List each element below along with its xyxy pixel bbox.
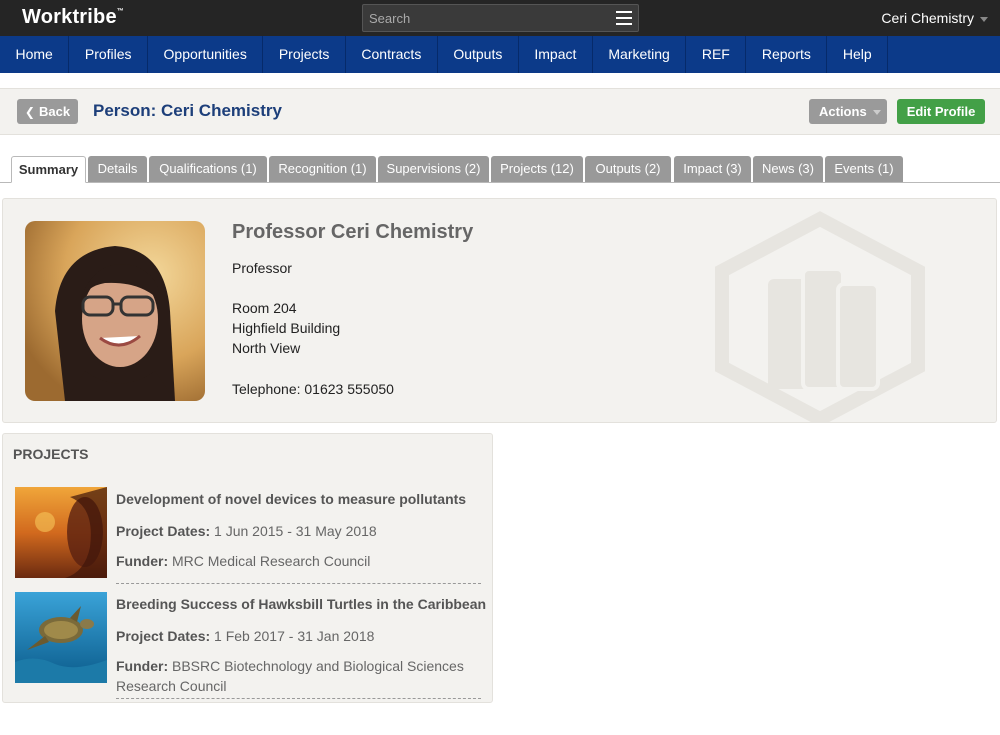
nav-item-ref[interactable]: REF — [686, 36, 747, 73]
nav-item-marketing[interactable]: Marketing — [593, 36, 687, 73]
project-title[interactable]: Breeding Success of Hawksbill Turtles in… — [116, 596, 486, 612]
tab-outputs[interactable]: Outputs (2) — [585, 156, 671, 182]
profile-tabs: Summary Details Qualifications (1) Recog… — [0, 156, 1000, 183]
nav-item-contracts[interactable]: Contracts — [346, 36, 438, 73]
tab-details[interactable]: Details — [88, 156, 147, 182]
tab-events[interactable]: Events (1) — [825, 156, 903, 182]
caret-down-icon — [872, 110, 881, 116]
hamburger-menu-icon[interactable] — [616, 11, 632, 25]
profile-summary-card: Professor Ceri Chemistry Professor Room … — [2, 198, 997, 423]
chevron-left-icon: ❮ — [24, 105, 35, 119]
title-bar: ❮ Back Person: Ceri Chemistry Actions Edi… — [0, 88, 1000, 135]
nav-item-help[interactable]: Help — [827, 36, 889, 73]
project-item[interactable]: Breeding Success of Hawksbill Turtles in… — [15, 592, 486, 702]
divider — [116, 583, 481, 584]
user-menu[interactable]: Ceri Chemistry — [881, 10, 988, 26]
project-item[interactable]: Development of novel devices to measure … — [15, 487, 481, 587]
tab-news[interactable]: News (3) — [753, 156, 823, 182]
tab-projects[interactable]: Projects (12) — [491, 156, 583, 182]
top-bar: Worktribe™ Ceri Chemistry — [0, 0, 1000, 36]
search-box — [362, 4, 639, 32]
project-dates: Project Dates: 1 Feb 2017 - 31 Jan 2018 — [116, 628, 375, 644]
nav-item-profiles[interactable]: Profiles — [69, 36, 149, 73]
page-title: Person: Ceri Chemistry — [93, 101, 282, 120]
divider — [116, 698, 481, 699]
person-name: Professor Ceri Chemistry — [232, 221, 474, 243]
project-funder: Funder: MRC Medical Research Council — [116, 553, 371, 569]
project-dates: Project Dates: 1 Jun 2015 - 31 May 2018 — [116, 523, 377, 539]
person-position: Professor — [232, 260, 292, 276]
telephone: Telephone: 01623 555050 — [232, 381, 394, 397]
profile-photo — [25, 221, 205, 401]
nav-item-projects[interactable]: Projects — [263, 36, 346, 73]
project-thumbnail[interactable] — [15, 592, 107, 683]
worktribe-watermark-icon — [715, 211, 925, 422]
project-title[interactable]: Development of novel devices to measure … — [116, 491, 466, 507]
edit-profile-button[interactable]: Edit Profile — [897, 99, 985, 124]
project-thumbnail[interactable] — [15, 487, 107, 578]
nav-item-opportunities[interactable]: Opportunities — [148, 36, 264, 73]
search-input[interactable] — [363, 5, 603, 31]
nav-item-outputs[interactable]: Outputs — [438, 36, 519, 73]
actions-button[interactable]: Actions — [809, 99, 887, 124]
nav-item-home[interactable]: Home — [0, 36, 70, 73]
tab-supervisions[interactable]: Supervisions (2) — [378, 156, 489, 182]
projects-heading: PROJECTS — [13, 446, 89, 462]
address-line-2: Highfield Building — [232, 320, 341, 336]
project-funder: Funder: BBSRC Biotechnology and Biologic… — [116, 658, 464, 694]
tab-qualifications[interactable]: Qualifications (1) — [149, 156, 267, 182]
address-line-1: Room 204 — [232, 300, 297, 316]
main-nav: Home Profiles Opportunities Projects Con… — [0, 36, 1000, 73]
caret-down-icon — [980, 16, 988, 22]
tab-recognition[interactable]: Recognition (1) — [269, 156, 376, 182]
nav-item-reports[interactable]: Reports — [746, 36, 828, 73]
tab-summary[interactable]: Summary — [11, 156, 86, 183]
nav-item-impact[interactable]: Impact — [519, 36, 593, 73]
address-line-3: North View — [232, 340, 301, 356]
worktribe-logo[interactable]: Worktribe™ — [22, 6, 124, 29]
tab-impact[interactable]: Impact (3) — [674, 156, 751, 182]
projects-panel: PROJECTS Development of novel devices to… — [2, 433, 493, 703]
user-name: Ceri Chemistry — [881, 10, 974, 26]
back-button[interactable]: ❮ Back — [17, 99, 78, 124]
